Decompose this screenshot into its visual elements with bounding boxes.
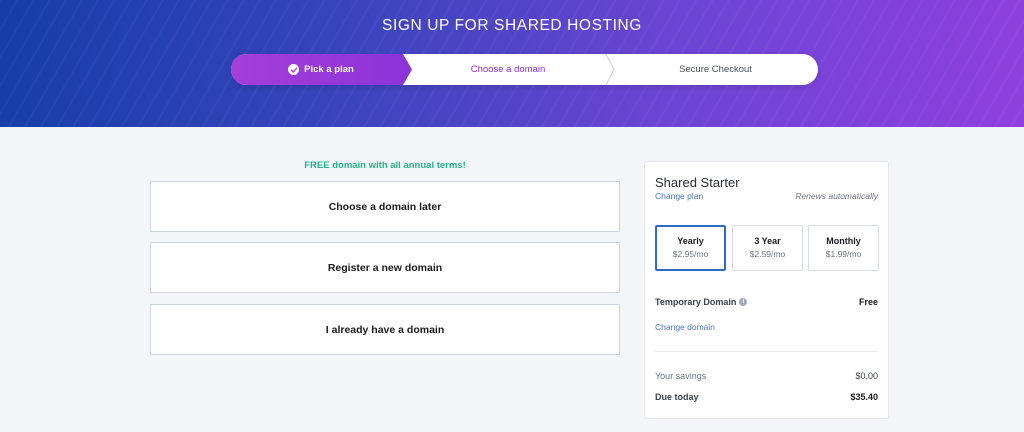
savings-value: $0.00: [855, 371, 878, 381]
step-choose-a-domain[interactable]: Choose a domain: [403, 54, 613, 85]
due-today-label: Due today: [655, 392, 699, 402]
term-yearly-option[interactable]: Yearly $2.95/mo: [655, 225, 726, 271]
term-3-year-option[interactable]: 3 Year $2.59/mo: [732, 225, 803, 271]
change-domain-link[interactable]: Change domain: [655, 322, 715, 332]
step-pick-a-plan[interactable]: Pick a plan: [231, 54, 411, 85]
due-today-value: $35.40: [850, 392, 878, 402]
renews-note: Renews automatically: [795, 191, 878, 201]
check-circle-icon: [288, 64, 300, 75]
step-secure-checkout[interactable]: Secure Checkout: [613, 54, 818, 85]
page-title: SIGN UP FOR SHARED HOSTING: [382, 17, 642, 34]
term-label: Yearly: [677, 236, 704, 246]
choose-domain-later-button[interactable]: Choose a domain later: [150, 181, 620, 232]
step-label: Pick a plan: [304, 64, 354, 75]
step-label: Choose a domain: [470, 64, 546, 75]
already-have-domain-button[interactable]: I already have a domain: [150, 304, 620, 355]
term-price: $2.59/mo: [749, 249, 786, 259]
temporary-domain-value: Free: [858, 297, 878, 307]
hero-banner: SIGN UP FOR SHARED HOSTING Pick a plan C…: [0, 0, 1024, 127]
checkout-stepper: Pick a plan Choose a domain Secure Check…: [231, 54, 818, 85]
register-new-domain-button[interactable]: Register a new domain: [150, 242, 620, 293]
step-label: Secure Checkout: [679, 64, 752, 75]
summary-divider: [655, 351, 878, 352]
term-label: Monthly: [826, 236, 861, 246]
term-price: $1.99/mo: [825, 249, 862, 259]
term-monthly-option[interactable]: Monthly $1.99/mo: [808, 225, 879, 271]
plan-name: Shared Starter: [655, 175, 740, 190]
order-summary-card: Shared Starter Change plan Renews automa…: [644, 161, 889, 419]
free-domain-promo: FREE domain with all annual terms!: [304, 160, 466, 171]
savings-label: Your savings: [655, 371, 707, 381]
term-label: 3 Year: [754, 236, 781, 246]
temporary-domain-label: Temporary Domain: [655, 297, 737, 307]
change-plan-link[interactable]: Change plan: [655, 191, 703, 201]
info-icon[interactable]: i: [739, 298, 748, 306]
term-price: $2.95/mo: [672, 249, 709, 259]
